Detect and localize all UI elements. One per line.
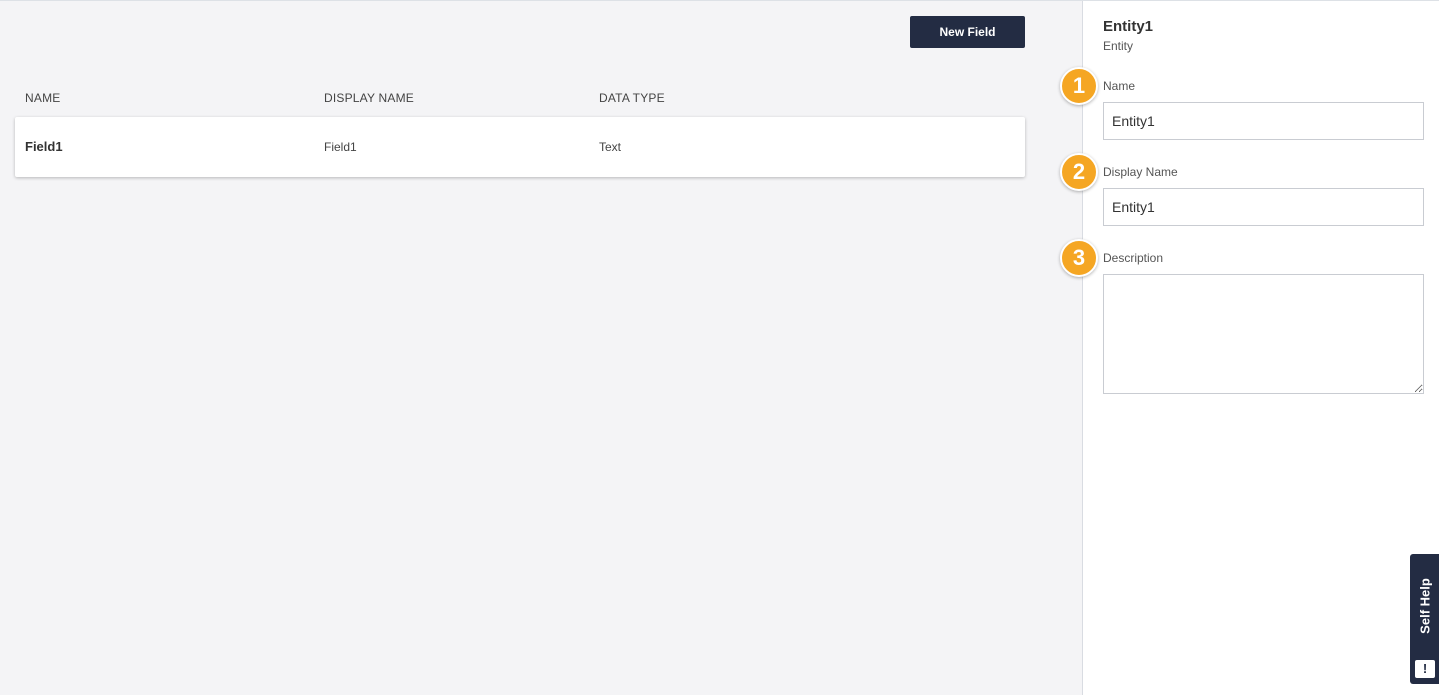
self-help-tab[interactable]: Self Help ! xyxy=(1410,554,1439,684)
table-row[interactable]: Field1 Field1 Text xyxy=(15,117,1025,177)
entity-properties-panel: Entity1 Entity 1 Name 2 Display Name 3 D… xyxy=(1060,1,1439,695)
fields-list-area: New Field NAME DISPLAY NAME DATA TYPE Fi… xyxy=(0,1,1082,695)
field-display-name-cell: Field1 xyxy=(324,140,357,154)
column-header-display-name[interactable]: DISPLAY NAME xyxy=(324,91,414,105)
description-textarea[interactable] xyxy=(1103,274,1424,394)
field-name-cell: Field1 xyxy=(25,139,63,154)
panel-title: Entity1 xyxy=(1103,18,1154,35)
name-input[interactable] xyxy=(1103,102,1424,140)
column-header-name[interactable]: NAME xyxy=(25,91,60,105)
description-label: Description xyxy=(1103,251,1164,265)
name-label: Name xyxy=(1103,79,1136,93)
step-badge-1: 1 xyxy=(1060,67,1098,105)
panel-subtitle: Entity xyxy=(1103,39,1134,53)
app-window: New Field NAME DISPLAY NAME DATA TYPE Fi… xyxy=(0,0,1439,695)
column-header-data-type[interactable]: DATA TYPE xyxy=(599,91,665,105)
self-help-label: Self Help xyxy=(1417,578,1432,634)
chat-alert-icon: ! xyxy=(1415,660,1435,678)
new-field-button[interactable]: New Field xyxy=(910,16,1025,48)
field-data-type-cell: Text xyxy=(599,140,622,154)
display-name-label: Display Name xyxy=(1103,165,1178,179)
step-badge-3: 3 xyxy=(1060,239,1098,277)
step-badge-2: 2 xyxy=(1060,153,1098,191)
display-name-input[interactable] xyxy=(1103,188,1424,226)
